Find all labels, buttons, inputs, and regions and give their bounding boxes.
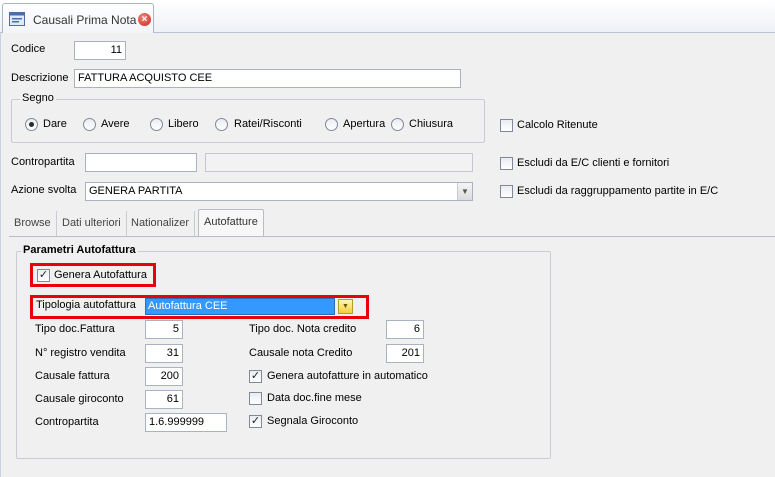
contropartita-field[interactable] xyxy=(85,153,197,172)
escludi-raggruppamento-label: Escludi da raggruppamento partite in E/C xyxy=(517,185,719,197)
tipo-doc-nota-credito-field[interactable]: 6 xyxy=(386,320,424,339)
radio-ratei-risconti-label: Ratei/Risconti xyxy=(234,118,302,130)
causale-giroconto-label: Causale giroconto xyxy=(35,393,124,405)
radio-libero-label: Libero xyxy=(168,118,199,130)
segno-title: Segno xyxy=(20,92,56,104)
genera-automatico-label: Genera autofatture in automatico xyxy=(267,370,428,382)
tipo-doc-nota-credito-label: Tipo doc. Nota credito xyxy=(249,323,357,335)
genera-autofattura-checkbox[interactable]: ✓ xyxy=(37,269,50,282)
codice-field[interactable]: 11 xyxy=(74,41,126,60)
azione-svolta-combo[interactable]: GENERA PARTITA ▼ xyxy=(85,182,473,201)
causale-giroconto-field[interactable]: 61 xyxy=(145,390,183,409)
segnala-giroconto-label: Segnala Giroconto xyxy=(267,415,359,427)
radio-chiusura-label: Chiusura xyxy=(409,118,454,130)
descrizione-field[interactable]: FATTURA ACQUISTO CEE xyxy=(74,69,461,88)
radio-apertura-label: Apertura xyxy=(343,118,386,130)
tipo-doc-fattura-field[interactable]: 5 xyxy=(145,320,183,339)
calcolo-ritenute-checkbox[interactable] xyxy=(500,119,513,132)
radio-avere[interactable] xyxy=(83,118,96,131)
azione-svolta-label: Azione svolta xyxy=(11,184,77,196)
codice-label: Codice xyxy=(11,43,46,55)
registro-vendita-field[interactable]: 31 xyxy=(145,344,183,363)
escludi-ec-label: Escludi da E/C clienti e fornitori xyxy=(517,157,670,169)
escludi-raggruppamento-checkbox[interactable] xyxy=(500,185,513,198)
tab-dati-ulteriori[interactable]: Dati ulteriori xyxy=(57,211,127,236)
form-icon xyxy=(9,12,25,26)
radio-dare-label: Dare xyxy=(43,118,67,130)
tipologia-autofattura-field[interactable]: Autofattura CEE xyxy=(145,298,335,315)
data-doc-fine-mese-checkbox[interactable] xyxy=(249,392,262,405)
tab-autofatture[interactable]: Autofatture xyxy=(198,209,264,236)
registro-vendita-label: N° registro vendita xyxy=(35,347,126,359)
tab-browse[interactable]: Browse xyxy=(9,211,57,236)
tab-nationalizer[interactable]: Nationalizer xyxy=(126,211,196,236)
causale-nota-credito-field[interactable]: 201 xyxy=(386,344,424,363)
contropartita-desc-field xyxy=(205,153,473,172)
parametri-autofattura-title: Parametri Autofattura xyxy=(21,244,138,256)
close-icon[interactable]: × xyxy=(138,13,151,26)
radio-dare[interactable] xyxy=(25,118,38,131)
document-tab-strip: Causali Prima Nota × xyxy=(0,0,775,33)
radio-libero[interactable] xyxy=(150,118,163,131)
tipologia-autofattura-label: Tipologia autofattura xyxy=(36,299,136,311)
document-tab-causali[interactable]: Causali Prima Nota × xyxy=(2,3,154,33)
causale-fattura-label: Causale fattura xyxy=(35,370,110,382)
contropartita-autofattura-label: Contropartita xyxy=(35,416,99,428)
radio-ratei-risconti[interactable] xyxy=(215,118,228,131)
segnala-giroconto-checkbox[interactable]: ✓ xyxy=(249,415,262,428)
causale-nota-credito-label: Causale nota Credito xyxy=(249,347,353,359)
radio-avere-label: Avere xyxy=(101,118,130,130)
escludi-ec-checkbox[interactable] xyxy=(500,157,513,170)
contropartita-autofattura-field[interactable]: 1.6.999999 xyxy=(145,413,227,432)
descrizione-label: Descrizione xyxy=(11,72,69,84)
causale-fattura-field[interactable]: 200 xyxy=(145,367,183,386)
genera-autofattura-label: Genera Autofattura xyxy=(54,269,147,281)
genera-automatico-checkbox[interactable]: ✓ xyxy=(249,370,262,383)
data-doc-fine-mese-label: Data doc.fine mese xyxy=(267,392,362,404)
radio-apertura[interactable] xyxy=(325,118,338,131)
chevron-down-icon[interactable]: ▼ xyxy=(457,183,472,200)
calcolo-ritenute-label: Calcolo Ritenute xyxy=(517,119,598,131)
document-tab-title: Causali Prima Nota xyxy=(33,13,137,27)
lookup-dropdown-icon[interactable]: ▼ xyxy=(338,299,353,314)
radio-chiusura[interactable] xyxy=(391,118,404,131)
azione-svolta-value: GENERA PARTITA xyxy=(89,185,183,197)
tipo-doc-fattura-label: Tipo doc.Fattura xyxy=(35,323,115,335)
contropartita-label: Contropartita xyxy=(11,156,75,168)
main-panel: Codice 11 Descrizione FATTURA ACQUISTO C… xyxy=(0,33,775,477)
